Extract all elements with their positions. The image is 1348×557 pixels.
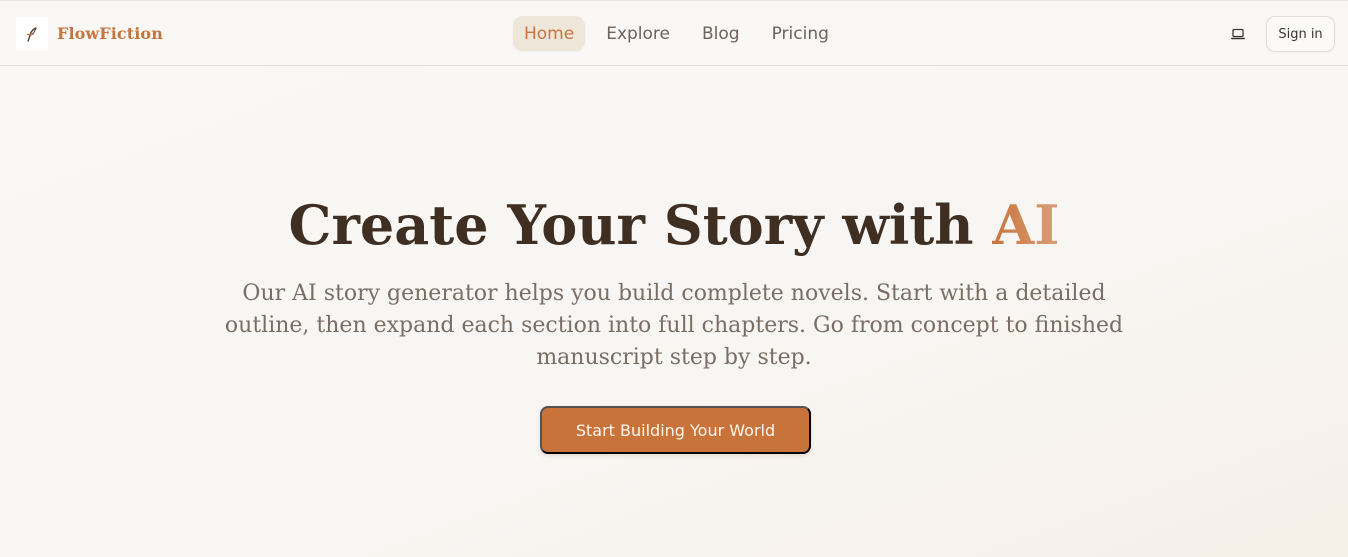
nav-item-blog[interactable]: Blog	[691, 16, 751, 51]
nav-item-home[interactable]: Home	[513, 16, 586, 51]
quill-pen-icon	[16, 17, 48, 50]
main-nav: Home Explore Blog Pricing	[513, 16, 850, 51]
hero-title-accent: AI	[992, 193, 1060, 257]
nav-item-pricing[interactable]: Pricing	[761, 16, 840, 51]
theme-toggle-button[interactable]	[1226, 23, 1250, 45]
laptop-icon	[1231, 25, 1245, 44]
brand-logo-link[interactable]: FlowFiction	[16, 17, 163, 50]
hero-title-main: Create Your Story with	[288, 193, 993, 257]
top-navigation-bar: FlowFiction Home Explore Blog Pricing Si…	[0, 0, 1348, 66]
start-building-button[interactable]: Start Building Your World	[540, 406, 811, 454]
hero-subtitle: Our AI story generator helps you build c…	[224, 281, 1124, 370]
hero-title: Create Your Story with AI	[0, 190, 1348, 260]
sign-in-button[interactable]: Sign in	[1266, 16, 1335, 52]
brand-name: FlowFiction	[57, 24, 163, 43]
nav-item-explore[interactable]: Explore	[595, 16, 681, 51]
